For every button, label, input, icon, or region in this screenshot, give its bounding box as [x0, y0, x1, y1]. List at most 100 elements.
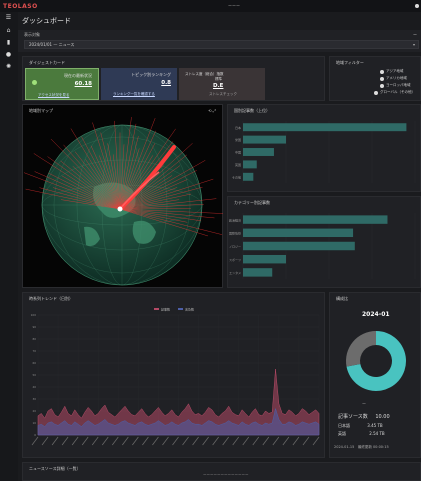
- kpi-panel-title: ダイジェストカード: [29, 60, 65, 65]
- kpi-card-2[interactable]: トピック別ランキング 0.8 ランキング一覧を確認する: [101, 68, 177, 100]
- category-bar[interactable]: [243, 241, 355, 251]
- region-option[interactable]: アメリカ地域: [380, 76, 407, 81]
- region-option[interactable]: アジア地域: [379, 69, 403, 74]
- region-option[interactable]: ヨーロッパ地域: [380, 83, 411, 88]
- x-tick: [162, 436, 169, 446]
- source-list-panel: ニュースソース詳細（一覧） ーーーーーーーーーーーーー: [22, 462, 421, 481]
- region-option[interactable]: グローバル（その他）: [374, 90, 415, 95]
- kpi-link[interactable]: ストレスチェック: [209, 92, 237, 97]
- chart-icon[interactable]: ▮: [5, 39, 12, 46]
- country-label: 日本: [235, 125, 241, 130]
- x-tick: [91, 436, 99, 446]
- country-bar[interactable]: [243, 172, 254, 181]
- x-tick: [41, 436, 49, 446]
- x-tick: [101, 436, 109, 446]
- country-bar[interactable]: [243, 123, 407, 132]
- y-tick-label: 50: [32, 373, 36, 377]
- timeline-chart[interactable]: 0 10 20 30 40 50 60 70 80 90 100 記事数 言及数: [24, 305, 325, 457]
- country-label: その他: [232, 174, 241, 179]
- category-bar[interactable]: [243, 215, 388, 224]
- globe-title: 地域別マップ: [29, 108, 53, 113]
- stat-value: 10.00: [375, 414, 390, 420]
- stat-key: 英語: [338, 431, 346, 436]
- source-list-subtitle: ーーーーーーーーーーーーー: [203, 473, 249, 477]
- category-label: 政治経済: [229, 217, 241, 222]
- kpi-card-1[interactable]: 現在の最新状況 60.18 アクセス状況を見る: [25, 68, 99, 100]
- y-tick-label: 30: [32, 397, 36, 401]
- kpi-value: 0.8: [161, 80, 171, 86]
- x-tick: [272, 436, 280, 446]
- filter-select[interactable]: 2024/01/01 — ニュース ▾: [24, 40, 419, 49]
- filter-bar: 表示対象 ー 2024/01/01 — ニュース ▾: [18, 30, 421, 52]
- donut-slice-2[interactable]: [346, 331, 376, 367]
- donut-title: 構成比: [336, 296, 348, 301]
- y-tick-label: 90: [32, 325, 36, 329]
- kpi-link[interactable]: ランキング一覧を確認する: [113, 92, 155, 97]
- country-bar-title: 国別記事数（上位）: [234, 108, 270, 113]
- x-tick: [152, 436, 159, 446]
- x-tick: [282, 436, 290, 446]
- y-tick-label: 60: [32, 361, 36, 365]
- home-icon[interactable]: ⌂: [5, 27, 12, 34]
- region-filter-panel: 地域フィルター アジア地域 アメリカ地域 ヨーロッパ地域 グローバル（その他）: [329, 56, 421, 101]
- x-tick: [302, 436, 310, 446]
- y-tick-label: 20: [32, 409, 36, 413]
- globe-icon[interactable]: ●: [5, 51, 12, 58]
- legend-swatch: [178, 308, 183, 310]
- stat-key: 日本語: [338, 423, 350, 428]
- donut-stat: 英語 2.54 TB: [338, 431, 385, 437]
- x-tick: [262, 436, 270, 446]
- window-title: ーーー: [228, 3, 240, 8]
- donut-period: 2024-01: [362, 311, 390, 318]
- legend-label: 記事数: [161, 307, 170, 312]
- kpi-panel: ダイジェストカード 現在の最新状況 60.18 アクセス状況を見る トピック別ラ…: [22, 56, 325, 101]
- kpi-value: D.E: [213, 83, 224, 89]
- category-label: エンタメ: [229, 270, 241, 275]
- stat-value: 2.54 TB: [369, 431, 385, 436]
- filter-collapse[interactable]: ー: [413, 32, 417, 38]
- category-bar-title: カテゴリー別記事数: [234, 200, 270, 205]
- country-label: 英国: [235, 162, 241, 167]
- country-bar[interactable]: [243, 160, 257, 169]
- donut-panel: 構成比 2024-01 ー 記事ソース数 10.00 日本語 3.45 TB 英…: [329, 292, 421, 458]
- country-bar[interactable]: [243, 135, 286, 144]
- x-tick: [122, 436, 129, 446]
- x-tick: [232, 436, 240, 446]
- category-label: スポーツ: [229, 257, 241, 262]
- settings-icon[interactable]: ✺: [5, 63, 12, 70]
- donut-stat: 日本語 3.45 TB: [338, 423, 383, 429]
- donut-legend: ー: [362, 401, 366, 406]
- kpi-title: 現在の最新状況: [64, 73, 92, 78]
- x-tick: [142, 436, 149, 446]
- kpi-card-3[interactable]: ストレス度（総合）指数 標準 D.E ストレスチェック: [179, 68, 265, 100]
- kpi-value: 60.18: [74, 81, 92, 87]
- page-title: ダッシュボード: [22, 17, 71, 25]
- globe-map[interactable]: [24, 117, 223, 287]
- sidebar: ☰ ⌂ ▮ ● ✺: [0, 12, 18, 481]
- category-label: 国際情勢: [229, 231, 241, 236]
- category-bar-chart: 政治経済国際情勢テクノロジースポーツエンタメ: [229, 213, 416, 279]
- globe-tools[interactable]: ⟲ ⤢: [208, 108, 216, 113]
- y-tick-label: 0: [34, 433, 36, 437]
- menu-icon[interactable]: ☰: [5, 14, 12, 21]
- user-avatar[interactable]: [415, 4, 419, 8]
- filter-value: 2024/01/01 — ニュース: [29, 42, 75, 47]
- category-bar[interactable]: [243, 268, 273, 277]
- origin-marker: [117, 206, 123, 212]
- x-tick: [71, 436, 79, 446]
- kpi-sub: 標準: [215, 77, 222, 81]
- timeline-title: 時系列トレンド（日別）: [29, 296, 73, 301]
- donut-chart: [346, 331, 406, 391]
- kpi-link[interactable]: アクセス状況を見る: [38, 93, 69, 98]
- country-bar[interactable]: [243, 148, 274, 156]
- category-bar[interactable]: [243, 254, 286, 264]
- donut-footer: 2024-01-15 最終更新 00:00:15: [334, 445, 389, 449]
- region-filter-title: 地域フィルター: [336, 60, 364, 65]
- x-tick: [202, 436, 209, 446]
- x-tick: [212, 436, 219, 446]
- filter-label: 表示対象: [24, 32, 40, 37]
- x-tick: [182, 436, 189, 446]
- legend-label: 言及数: [185, 307, 194, 312]
- category-bar[interactable]: [243, 228, 354, 238]
- chevron-down-icon: ▾: [412, 42, 415, 47]
